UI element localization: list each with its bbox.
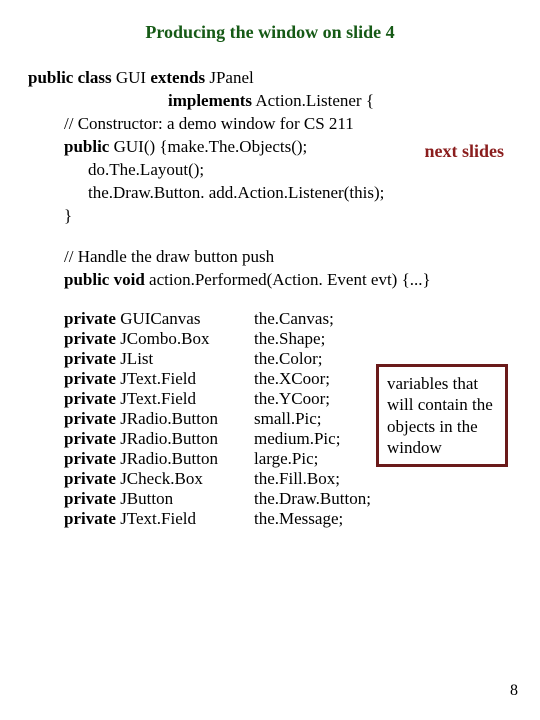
text: GUI() {make.The.Objects(); bbox=[109, 137, 307, 156]
decl-name: the.YCoor; bbox=[254, 389, 330, 409]
decl-type: private JText.Field bbox=[64, 369, 254, 389]
decl-name: large.Pic; bbox=[254, 449, 318, 469]
kw-public-void: public void bbox=[64, 270, 145, 289]
decl-name: the.Fill.Box; bbox=[254, 469, 340, 489]
decl-name: small.Pic; bbox=[254, 409, 322, 429]
text: Action.Listener { bbox=[252, 91, 374, 110]
text: GUI bbox=[112, 68, 151, 87]
decl-row: private JButtonthe.Draw.Button; bbox=[64, 489, 512, 509]
kw-public-class: public class bbox=[28, 68, 112, 87]
decl-type: private JButton bbox=[64, 489, 254, 509]
decl-type: private JText.Field bbox=[64, 509, 254, 529]
page-number: 8 bbox=[510, 682, 518, 700]
text: JPanel bbox=[205, 68, 254, 87]
decl-type: private JRadio.Button bbox=[64, 429, 254, 449]
decl-type: private JCombo.Box bbox=[64, 329, 254, 349]
decl-row: private JCombo.Boxthe.Shape; bbox=[64, 329, 512, 349]
code-line: implements Action.Listener { bbox=[28, 90, 512, 113]
decl-name: the.Shape; bbox=[254, 329, 325, 349]
decl-row: private GUICanvasthe.Canvas; bbox=[64, 309, 512, 329]
decl-name: the.Color; bbox=[254, 349, 322, 369]
code-block: next slides public class GUI extends JPa… bbox=[28, 67, 512, 291]
code-line: // Handle the draw button push bbox=[28, 246, 512, 269]
decl-type: private JRadio.Button bbox=[64, 449, 254, 469]
decl-type: private JText.Field bbox=[64, 389, 254, 409]
code-line: the.Draw.Button. add.Action.Listener(thi… bbox=[28, 182, 512, 205]
decl-name: the.Canvas; bbox=[254, 309, 334, 329]
code-line: } bbox=[28, 205, 512, 228]
decl-type: private JRadio.Button bbox=[64, 409, 254, 429]
decl-name: the.Message; bbox=[254, 509, 343, 529]
slide-title: Producing the window on slide 4 bbox=[28, 22, 512, 43]
kw-public: public bbox=[64, 137, 109, 156]
code-line: public void action.Performed(Action. Eve… bbox=[28, 269, 512, 292]
variables-note-box: variables that will contain the objects … bbox=[376, 364, 508, 467]
next-slides-label: next slides bbox=[424, 139, 504, 163]
decl-name: the.XCoor; bbox=[254, 369, 330, 389]
decl-type: private GUICanvas bbox=[64, 309, 254, 329]
slide: Producing the window on slide 4 next sli… bbox=[0, 0, 540, 720]
spacer bbox=[28, 228, 512, 246]
code-line: public class GUI extends JPanel bbox=[28, 67, 512, 90]
kw-extends: extends bbox=[150, 68, 205, 87]
decl-type: private JList bbox=[64, 349, 254, 369]
decl-row: private JCheck.Boxthe.Fill.Box; bbox=[64, 469, 512, 489]
decl-name: medium.Pic; bbox=[254, 429, 340, 449]
text: action.Performed(Action. Event evt) {...… bbox=[145, 270, 431, 289]
decl-row: private JText.Fieldthe.Message; bbox=[64, 509, 512, 529]
decl-type: private JCheck.Box bbox=[64, 469, 254, 489]
decl-name: the.Draw.Button; bbox=[254, 489, 371, 509]
code-line: // Constructor: a demo window for CS 211 bbox=[28, 113, 512, 136]
kw-implements: implements bbox=[168, 91, 252, 110]
